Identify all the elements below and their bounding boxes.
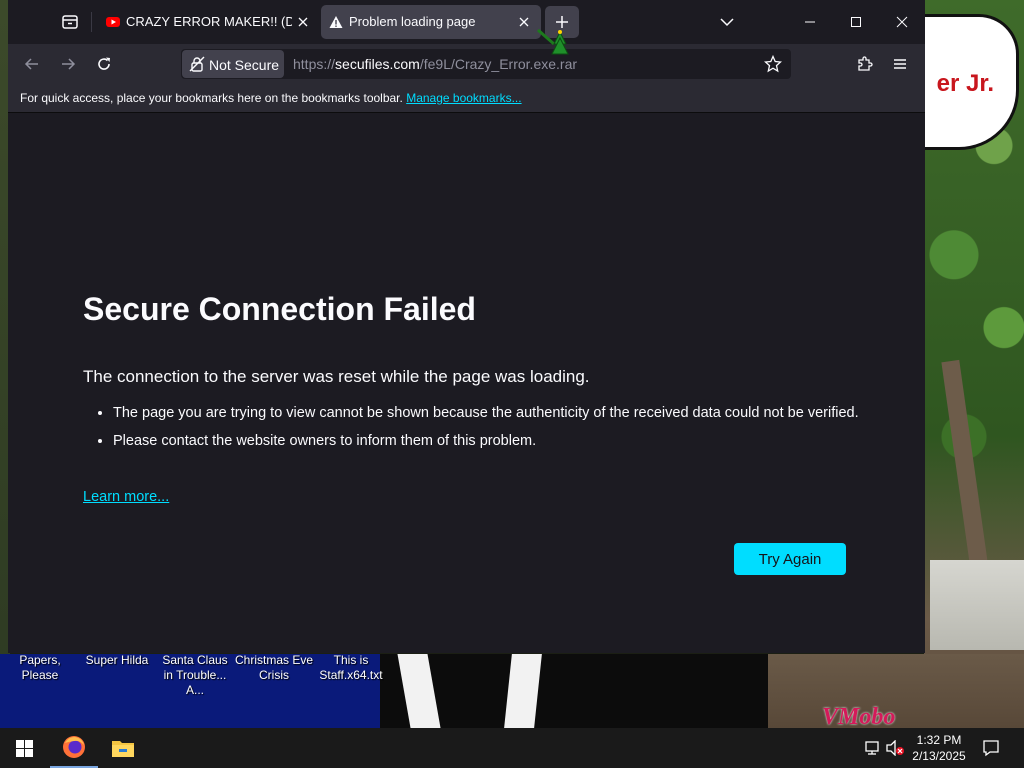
clock-time: 1:32 PM [916, 733, 962, 747]
minimize-icon [805, 21, 815, 23]
taskbar-clock[interactable]: 1:32 PM 2/13/2025 [904, 732, 974, 764]
url-text[interactable]: https://secufiles.com/fe9L/Crazy_Error.e… [293, 56, 577, 72]
taskbar-file-explorer[interactable] [99, 728, 147, 768]
tab-crazy-error-maker[interactable]: CRAZY ERROR MAKER!! (DOWNLOAD [98, 5, 320, 39]
app-menu-button[interactable] [886, 50, 914, 78]
clock-date: 2/13/2025 [912, 749, 966, 763]
maximize-icon [851, 17, 861, 27]
site-security-button[interactable]: Not Secure [182, 50, 284, 78]
learn-more-link[interactable]: Learn more... [83, 489, 169, 505]
list-item: The page you are trying to view cannot b… [113, 403, 873, 423]
reload-icon [98, 57, 110, 70]
forward-arrow-icon [62, 58, 76, 70]
tab-strip: CRAZY ERROR MAKER!! (DOWNLOAD Problem lo… [8, 0, 925, 44]
taskbar-firefox[interactable] [50, 728, 98, 768]
list-all-tabs-button[interactable] [704, 0, 750, 44]
file-explorer-icon [112, 741, 134, 757]
puzzle-piece-icon [858, 56, 873, 71]
wallpaper-text: er Jr. [936, 70, 994, 97]
desktop-icon-super-hilda[interactable]: Super Hilda [82, 653, 152, 668]
firefox-view-button[interactable] [56, 8, 84, 36]
extensions-button[interactable] [851, 50, 879, 78]
navigation-toolbar: Not Secure https://secufiles.com/fe9L/Cr… [8, 44, 925, 84]
close-tab-button[interactable] [515, 13, 533, 31]
lock-strike-icon [189, 56, 205, 72]
error-details-list: The page you are trying to view cannot b… [83, 403, 873, 459]
reload-button[interactable] [90, 50, 118, 78]
desktop-icon-santa-claus[interactable]: Santa Claus in Trouble... A... [156, 653, 234, 698]
bookmarks-toolbar-message: For quick access, place your bookmarks h… [20, 91, 403, 105]
url-host: secufiles.com [335, 56, 420, 72]
desktop-icon-christmas-eve-crisis[interactable]: Christmas Eve Crisis [234, 653, 314, 683]
notification-icon [983, 740, 999, 757]
close-window-button[interactable] [879, 0, 925, 44]
hamburger-menu-icon [894, 59, 906, 69]
network-icon[interactable] [862, 738, 882, 758]
maximize-button[interactable] [833, 0, 879, 44]
firefox-view-icon [62, 15, 78, 29]
back-button[interactable] [18, 50, 46, 78]
start-button[interactable] [0, 728, 48, 768]
tab-title: CRAZY ERROR MAKER!! (DOWNLOAD [126, 14, 292, 29]
close-tab-button[interactable] [294, 13, 312, 31]
minimize-button[interactable] [787, 0, 833, 44]
desktop-icon-this-is-staff[interactable]: This is Staff.x64.txt [316, 653, 386, 683]
desktop-icon-papers-please[interactable]: Papers, Please [0, 653, 80, 683]
forward-button[interactable] [54, 50, 82, 78]
not-secure-label: Not Secure [209, 57, 280, 73]
close-icon [298, 17, 308, 27]
plus-icon [556, 16, 568, 28]
action-center-button[interactable] [981, 738, 1001, 758]
warning-icon [329, 15, 343, 29]
url-bar[interactable]: Not Secure https://secufiles.com/fe9L/Cr… [181, 49, 791, 79]
firefox-icon [63, 736, 85, 758]
wallpaper-watermark: VMobo [822, 704, 896, 730]
manage-bookmarks-link[interactable]: Manage bookmarks... [406, 91, 521, 105]
error-title: Secure Connection Failed [83, 291, 476, 327]
bookmarks-toolbar: For quick access, place your bookmarks h… [8, 84, 925, 113]
close-icon [896, 16, 908, 28]
browser-window: CRAZY ERROR MAKER!! (DOWNLOAD Problem lo… [8, 0, 925, 653]
tab-title: Problem loading page [349, 14, 476, 29]
close-icon [519, 17, 529, 27]
mouse-cursor-icon [537, 28, 569, 55]
back-arrow-icon [24, 58, 38, 70]
windows-logo-icon [15, 739, 33, 757]
star-icon [764, 55, 782, 73]
taskbar: 1:32 PM 2/13/2025 [0, 728, 1024, 768]
try-again-button[interactable]: Try Again [734, 543, 846, 575]
error-intro: The connection to the server was reset w… [83, 367, 590, 386]
chevron-down-icon [720, 18, 734, 27]
list-item: Please contact the website owners to inf… [113, 431, 873, 451]
error-page: Secure Connection Failed The connection … [8, 113, 925, 653]
bookmark-star-button[interactable] [761, 52, 785, 76]
youtube-icon [106, 15, 120, 29]
url-prefix: https:// [293, 56, 336, 72]
volume-muted-icon[interactable] [885, 738, 905, 758]
tab-problem-loading-page[interactable]: Problem loading page [321, 5, 541, 39]
